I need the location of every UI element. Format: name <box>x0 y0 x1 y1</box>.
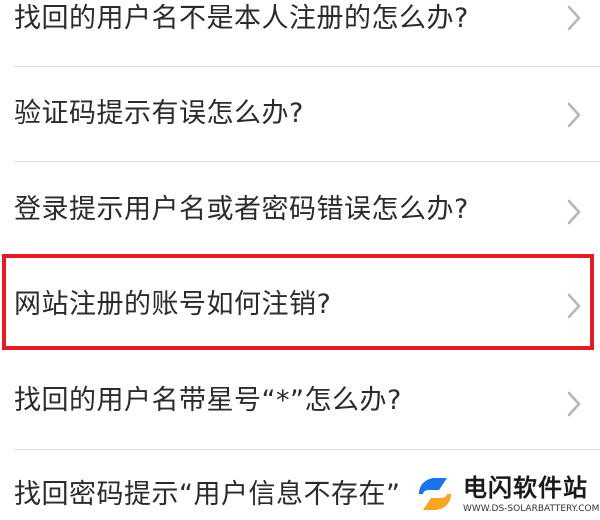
faq-item-label: 登录提示用户名或者密码错误怎么办? <box>14 194 469 225</box>
chevron-right-icon <box>567 5 581 31</box>
faq-list: 找回的用户名不是本人注册的怎么办? 验证码提示有误怎么办? 登录提示用户名或者密… <box>0 0 600 520</box>
chevron-right-icon <box>567 199 581 225</box>
faq-item-label: 找回的用户名不是本人注册的怎么办? <box>14 3 469 34</box>
faq-item-cancel-account[interactable]: 网站注册的账号如何注销? <box>0 258 600 346</box>
lightning-logo-icon <box>419 478 451 510</box>
chevron-right-icon <box>567 293 581 319</box>
watermark-subtitle: WWW.DS-SOLARBATTERY.COM <box>463 504 600 514</box>
faq-item-login-error[interactable]: 登录提示用户名或者密码错误怎么办? <box>0 162 600 254</box>
watermark: 电闪软件站 WWW.DS-SOLARBATTERY.COM <box>405 470 600 520</box>
faq-item-label: 验证码提示有误怎么办? <box>14 98 304 129</box>
faq-item-captcha-error[interactable]: 验证码提示有误怎么办? <box>0 67 600 161</box>
faq-item-label: 找回的用户名带星号“*”怎么办? <box>14 385 402 416</box>
faq-item-label: 找回密码提示“用户信息不存在” <box>14 479 401 510</box>
chevron-right-icon <box>567 102 581 128</box>
faq-item-username-asterisk[interactable]: 找回的用户名带星号“*”怎么办? <box>0 352 600 448</box>
watermark-title: 电闪软件站 <box>463 474 588 502</box>
faq-item-username-not-mine[interactable]: 找回的用户名不是本人注册的怎么办? <box>0 0 600 66</box>
chevron-right-icon <box>567 391 581 417</box>
faq-item-label: 网站注册的账号如何注销? <box>14 289 332 320</box>
